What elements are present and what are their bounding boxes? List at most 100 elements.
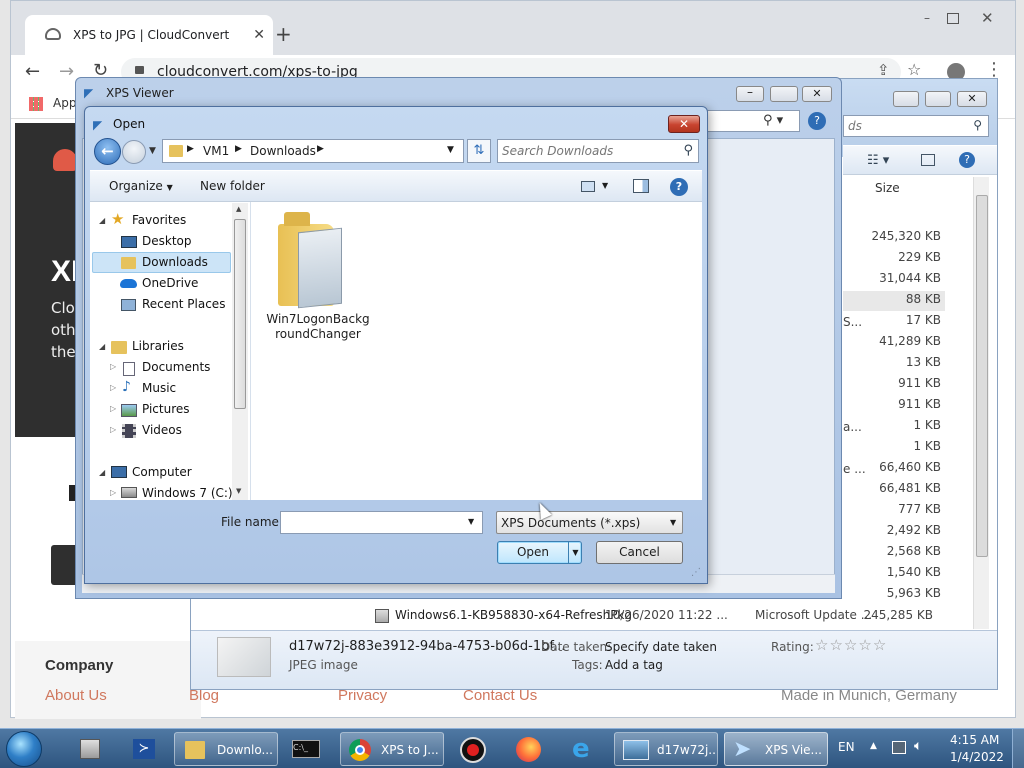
back-arrow-icon[interactable]: ← (25, 61, 40, 82)
xps-close-icon[interactable]: ✕ (802, 86, 832, 102)
nav-scroll-up-icon[interactable]: ▲ (236, 205, 241, 213)
view-dropdown-icon[interactable]: ▼ (602, 181, 608, 190)
open-dialog-close-icon[interactable]: ✕ (668, 115, 700, 133)
computer-expand-icon[interactable]: ◢ (99, 468, 105, 477)
resize-grip-icon[interactable]: ⋰ (691, 567, 701, 578)
nav-libraries[interactable]: Libraries (132, 336, 184, 357)
taskbar-powershell-icon[interactable]: ≻ (122, 732, 166, 766)
nav-scroll-down-icon[interactable]: ▼ (236, 487, 241, 495)
open-button-label[interactable]: Open (498, 542, 568, 563)
share-icon[interactable]: ⇪ (877, 61, 890, 79)
breadcrumb-vm1[interactable]: VM1 (203, 144, 229, 158)
breadcrumb-downloads[interactable]: Downloads (250, 144, 316, 158)
nav-scrollbar[interactable]: ▲ ▼ (232, 203, 248, 500)
tags-value[interactable]: Add a tag (605, 658, 663, 672)
preview-pane-icon[interactable] (633, 179, 649, 193)
nav-back-icon[interactable]: ← (94, 138, 121, 165)
folder-win7logonbackgroundchanger[interactable]: Win7LogonBackg roundChanger (265, 208, 371, 341)
xps-help-icon[interactable]: ? (808, 112, 826, 130)
new-tab-icon[interactable]: + (275, 23, 292, 45)
file-type-dropdown-icon[interactable]: ▼ (670, 518, 676, 527)
nav-computer[interactable]: Computer (132, 462, 192, 483)
music-expand-icon[interactable]: ▷ (110, 383, 116, 392)
open-split-button[interactable]: Open ▼ (497, 541, 582, 564)
nav-onedrive[interactable]: OneDrive (142, 273, 198, 294)
preview-pane-icon[interactable] (921, 154, 935, 166)
menu-dots-icon[interactable]: ⋮ (985, 59, 1003, 80)
show-hidden-icons-icon[interactable]: ▲ (870, 741, 877, 751)
organize-button[interactable]: Organize ▼ (109, 179, 173, 193)
nav-pictures[interactable]: Pictures (142, 399, 190, 420)
favorites-expand-icon[interactable]: ◢ (99, 216, 105, 225)
taskbar-server-manager-icon[interactable] (68, 732, 112, 766)
open-options-dropdown-icon[interactable]: ▼ (568, 542, 582, 563)
size-column-header[interactable]: Size (875, 181, 900, 195)
apps-grid-icon[interactable] (29, 97, 43, 111)
change-view-icon[interactable] (581, 181, 595, 192)
rating-star-icon[interactable]: ☆ (815, 636, 829, 654)
taskbar-ie-icon[interactable]: e (562, 732, 608, 766)
chrome-minimize-icon[interactable]: – (917, 12, 937, 27)
rating-star-icon[interactable]: ☆ (858, 636, 872, 654)
nav-desktop[interactable]: Desktop (142, 231, 192, 252)
explorer-minimize-icon[interactable] (893, 91, 919, 107)
chrome-maximize-icon[interactable] (947, 13, 959, 24)
clock-time[interactable]: 4:15 AM (950, 733, 999, 747)
xps-toolbar-search[interactable]: ⚲ ▾ (706, 110, 800, 132)
explorer-close-icon[interactable]: ✕ (957, 91, 987, 107)
refresh-icon[interactable]: ⇅ (467, 139, 491, 163)
nav-videos[interactable]: Videos (142, 420, 182, 441)
nav-forward-icon[interactable] (122, 140, 146, 164)
forward-arrow-icon[interactable]: → (59, 61, 74, 82)
rating-stars[interactable]: ☆☆☆☆☆ (815, 636, 887, 654)
taskbar-chrome[interactable]: XPS to J... (340, 732, 444, 766)
volume-icon[interactable]: 🔈︎ (914, 738, 922, 754)
search-downloads-input[interactable] (502, 143, 672, 159)
new-folder-button[interactable]: New folder (200, 179, 265, 193)
date-taken-value[interactable]: Specify date taken (605, 640, 717, 654)
nav-music[interactable]: Music (142, 378, 176, 399)
network-icon[interactable] (892, 741, 906, 754)
show-desktop-button[interactable] (1012, 729, 1024, 768)
tab-close-icon[interactable]: ✕ (253, 15, 265, 55)
footer-link-about[interactable]: About Us (45, 687, 107, 704)
search-downloads-box[interactable]: ⚲ (497, 139, 699, 163)
file-name-input[interactable] (284, 515, 460, 531)
taskbar-image-viewer[interactable]: d17w72j... (614, 732, 718, 766)
explorer-search-box[interactable]: ds ⚲ (843, 115, 989, 137)
rating-star-icon[interactable]: ☆ (829, 636, 843, 654)
breadcrumb-bar[interactable]: ▶ VM1 ▶ Downloads ▶ ▼ (162, 139, 464, 163)
chrome-close-icon[interactable]: ✕ (981, 9, 994, 27)
libraries-expand-icon[interactable]: ◢ (99, 342, 105, 351)
documents-expand-icon[interactable]: ▷ (110, 362, 116, 371)
browser-tab[interactable]: XPS to JPG | CloudConvert ✕ (25, 15, 273, 55)
cancel-button[interactable]: Cancel (596, 541, 683, 564)
language-indicator[interactable]: EN (838, 740, 855, 754)
site-convert-button[interactable] (51, 545, 77, 585)
start-orb-icon[interactable] (6, 731, 42, 767)
nav-drive-c[interactable]: Windows 7 (C:) (142, 483, 233, 504)
nav-scroll-thumb[interactable] (234, 219, 246, 409)
breadcrumb-dropdown-icon[interactable]: ▼ (447, 145, 454, 155)
pictures-expand-icon[interactable]: ▷ (110, 404, 116, 413)
file-name-combo[interactable]: ▼ (280, 511, 483, 534)
xps-maximize-icon[interactable] (770, 86, 798, 102)
xps-minimize-icon[interactable]: – (736, 86, 764, 102)
nav-recent-places[interactable]: Recent Places (142, 294, 225, 315)
explorer-maximize-icon[interactable] (925, 91, 951, 107)
videos-expand-icon[interactable]: ▷ (110, 425, 116, 434)
file-row-refreshpkg[interactable]: Windows6.1-KB958830-x64-RefreshPkg 10/26… (371, 606, 971, 626)
explorer-scrollbar[interactable] (973, 177, 989, 629)
taskbar-recorder-icon[interactable] (450, 732, 496, 766)
taskbar-explorer-downloads[interactable]: Downlo... (174, 732, 278, 766)
explorer-help-icon[interactable]: ? (959, 152, 975, 168)
nav-favorites[interactable]: Favorites (132, 210, 186, 231)
recent-locations-icon[interactable]: ▼ (149, 146, 156, 156)
drive-expand-icon[interactable]: ▷ (110, 488, 116, 497)
search-icon[interactable]: ⚲ (683, 143, 693, 158)
views-icon[interactable]: ☷ ▾ (867, 153, 889, 168)
clock-date[interactable]: 1/4/2022 (950, 750, 1004, 764)
nav-downloads[interactable]: Downloads (142, 252, 208, 273)
taskbar-xps-viewer[interactable]: ➤ XPS Vie... (724, 732, 828, 766)
taskbar-firefox-icon[interactable] (506, 732, 552, 766)
